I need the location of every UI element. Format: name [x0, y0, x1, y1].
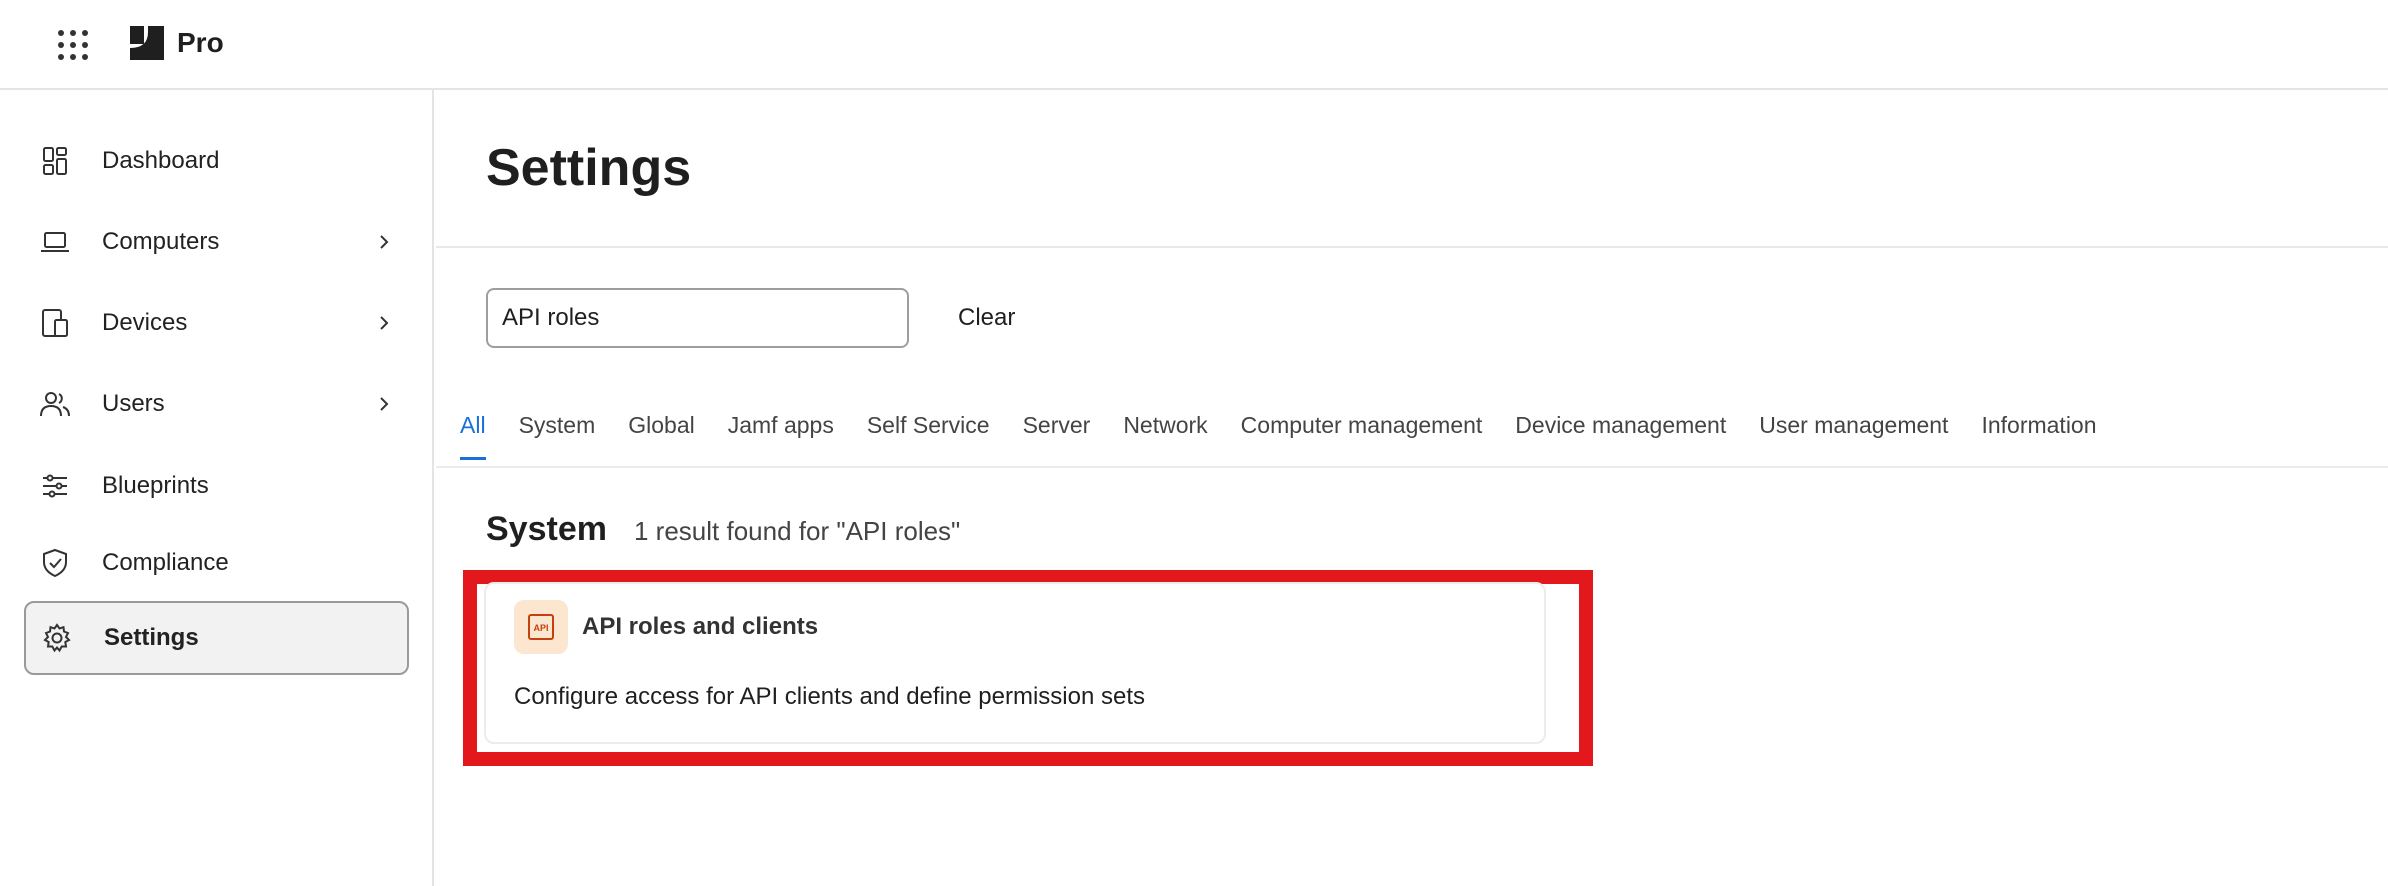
tab-self-service[interactable]: Self Service — [867, 412, 990, 460]
tab-computer-management[interactable]: Computer management — [1241, 412, 1483, 460]
devices-icon — [38, 306, 72, 340]
tab-global[interactable]: Global — [628, 412, 694, 460]
sidebar-item-users[interactable]: Users — [24, 369, 409, 439]
tab-all[interactable]: All — [460, 412, 486, 460]
tab-server[interactable]: Server — [1023, 412, 1091, 460]
main-content: Settings Clear All System Global Jamf ap… — [436, 90, 2388, 886]
tab-user-management[interactable]: User management — [1759, 412, 1948, 460]
chevron-right-icon — [380, 397, 389, 411]
sidebar-item-computers[interactable]: Computers — [24, 207, 409, 277]
gear-icon — [40, 621, 74, 655]
sidebar-item-dashboard[interactable]: Dashboard — [24, 126, 409, 196]
settings-card-api-roles-and-clients[interactable]: API API roles and clients Configure acce… — [484, 582, 1546, 744]
jamf-logo-icon — [130, 26, 164, 60]
tab-jamf-apps[interactable]: Jamf apps — [728, 412, 834, 460]
svg-text:API: API — [533, 623, 548, 633]
divider — [436, 246, 2388, 248]
tab-device-management[interactable]: Device management — [1515, 412, 1726, 460]
sidebar-item-blueprints[interactable]: Blueprints — [24, 451, 409, 521]
top-bar: Pro — [0, 0, 2388, 90]
sidebar-item-label: Settings — [104, 624, 199, 651]
sidebar-item-label: Blueprints — [102, 472, 209, 499]
api-icon: API — [514, 600, 568, 654]
brand-name: Pro — [177, 27, 224, 58]
chevron-right-icon — [380, 316, 389, 330]
clear-button[interactable]: Clear — [958, 298, 1015, 338]
users-icon — [38, 387, 72, 421]
sidebar-item-devices[interactable]: Devices — [24, 288, 409, 358]
sidebar-item-settings[interactable]: Settings — [24, 601, 409, 675]
sidebar-item-compliance[interactable]: Compliance — [24, 528, 409, 598]
card-description: Configure access for API clients and def… — [514, 683, 1145, 710]
sidebar-item-label: Dashboard — [102, 147, 220, 174]
dashboard-icon — [38, 144, 72, 178]
chevron-right-icon — [380, 235, 389, 249]
card-title: API roles and clients — [582, 613, 819, 640]
sidebar-item-label: Computers — [102, 228, 220, 255]
divider — [436, 466, 2388, 468]
laptop-icon — [38, 225, 72, 259]
tab-network[interactable]: Network — [1123, 412, 1207, 460]
page-title: Settings — [486, 139, 692, 197]
sidebar-item-label: Compliance — [102, 549, 229, 576]
sidebar: Dashboard Computers Devices Users Bluepr… — [0, 90, 434, 886]
section-title: System — [486, 510, 607, 548]
tab-information[interactable]: Information — [1981, 412, 2096, 460]
search-input[interactable] — [486, 288, 909, 348]
sliders-icon — [38, 469, 72, 503]
sidebar-item-label: Users — [102, 390, 165, 417]
sidebar-item-label: Devices — [102, 309, 188, 336]
app-launcher-icon[interactable] — [55, 27, 91, 63]
tab-system[interactable]: System — [519, 412, 596, 460]
results-count: 1 result found for "API roles" — [634, 516, 961, 546]
category-tabs: All System Global Jamf apps Self Service… — [460, 412, 2130, 460]
shield-check-icon — [38, 546, 72, 580]
